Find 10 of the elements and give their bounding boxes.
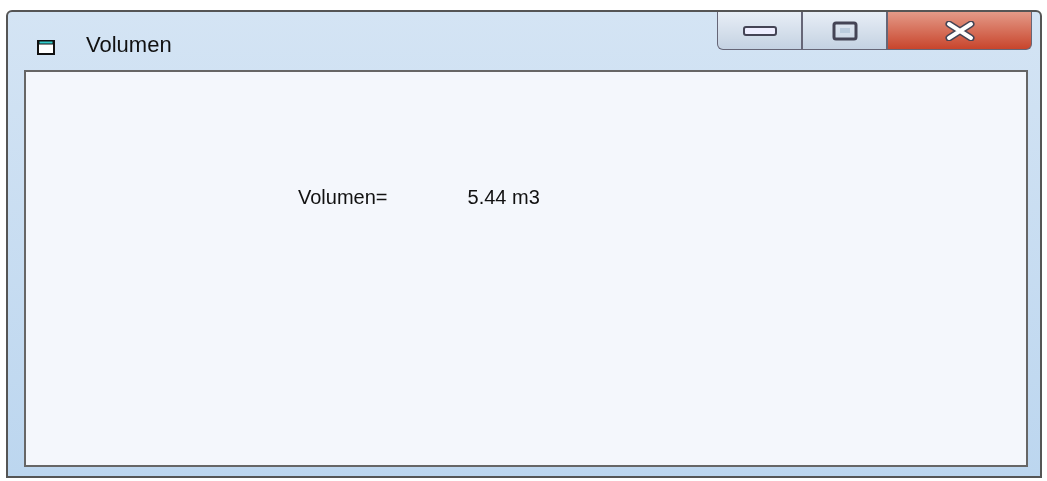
window-title: Volumen: [86, 32, 172, 58]
close-icon: [942, 20, 977, 41]
window-icon: [36, 38, 58, 56]
volume-label: Volumen=: [298, 186, 388, 209]
maximize-icon: [831, 20, 858, 41]
minimize-button[interactable]: [717, 12, 802, 50]
minimize-icon: [742, 25, 777, 36]
volume-value: 5.44 m3: [467, 186, 540, 209]
close-button[interactable]: [887, 12, 1032, 50]
maximize-button[interactable]: [802, 12, 887, 50]
